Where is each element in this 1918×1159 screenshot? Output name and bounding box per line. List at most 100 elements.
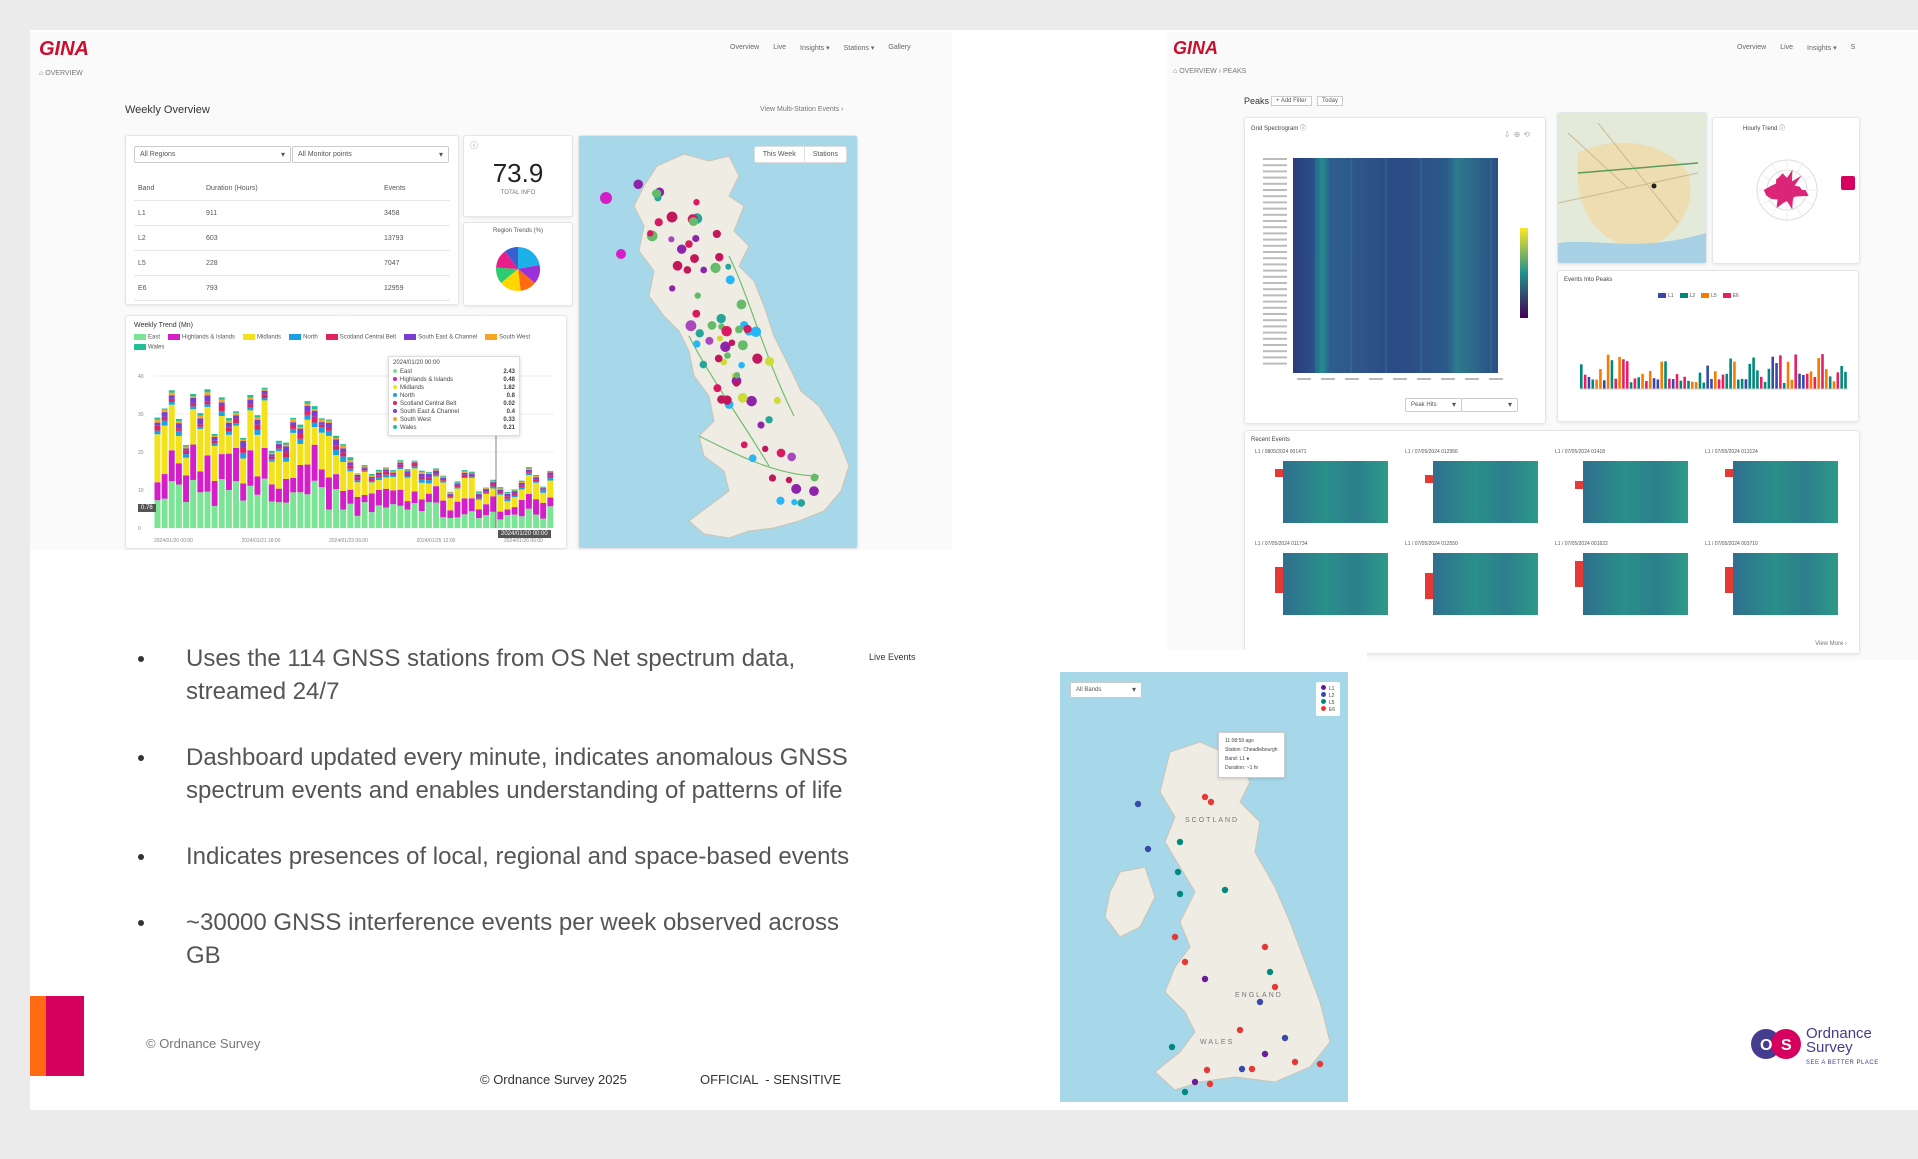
trend-bar-segment[interactable] [490, 484, 497, 487]
trend-bar-segment[interactable] [175, 418, 182, 422]
trend-bar-segment[interactable] [175, 423, 182, 429]
trend-bar-segment[interactable] [275, 448, 282, 452]
trend-bar-segment[interactable] [440, 480, 447, 483]
peak-bar[interactable] [1691, 381, 1694, 389]
trend-bar-segment[interactable] [304, 414, 311, 420]
peak-bar[interactable] [1759, 376, 1763, 389]
station-marker[interactable] [654, 218, 663, 227]
trend-bar-segment[interactable] [211, 445, 218, 481]
trend-bar-segment[interactable] [425, 477, 432, 481]
station-marker[interactable] [669, 285, 676, 292]
peak-bar[interactable] [1648, 370, 1652, 389]
peak-bar[interactable] [1622, 359, 1625, 389]
trend-bar-segment[interactable] [333, 474, 340, 490]
peak-bar[interactable] [1733, 361, 1736, 389]
trend-bar-segment[interactable] [183, 448, 190, 451]
trend-bar-segment[interactable] [390, 470, 397, 472]
trend-bar-segment[interactable] [497, 494, 504, 512]
trend-bar-segment[interactable] [275, 446, 282, 449]
trend-bar-segment[interactable] [168, 398, 175, 402]
trend-bar-segment[interactable] [297, 438, 304, 444]
trend-bar-segment[interactable] [197, 424, 204, 427]
event-marker[interactable] [1266, 968, 1274, 976]
trend-bar-segment[interactable] [290, 419, 297, 423]
trend-bar-segment[interactable] [190, 396, 197, 398]
trend-bar-segment[interactable] [518, 516, 525, 528]
trend-bar-segment[interactable] [347, 462, 354, 466]
trend-bar-segment[interactable] [483, 515, 490, 528]
trend-bar-segment[interactable] [525, 475, 532, 494]
info-icon[interactable]: ⓘ [470, 140, 478, 151]
peak-bar[interactable] [1618, 356, 1621, 389]
trend-bar-segment[interactable] [411, 460, 418, 462]
event-marker[interactable] [1221, 886, 1229, 894]
trend-bar-segment[interactable] [183, 501, 190, 528]
trend-bar-segment[interactable] [211, 435, 218, 437]
trend-bar-segment[interactable] [233, 423, 240, 426]
trend-bar-segment[interactable] [183, 457, 190, 476]
trend-bar-segment[interactable] [283, 457, 290, 462]
station-marker[interactable] [690, 254, 699, 263]
trend-bar-segment[interactable] [340, 456, 347, 462]
trend-bar-segment[interactable] [247, 410, 254, 451]
peak-bar[interactable] [1817, 357, 1820, 389]
trend-bar-segment[interactable] [533, 481, 540, 483]
trend-bar-segment[interactable] [483, 488, 490, 490]
trend-bar-segment[interactable] [368, 476, 375, 479]
peak-bar[interactable] [1775, 363, 1778, 389]
trend-bar-segment[interactable] [354, 482, 361, 497]
trend-bar-segment[interactable] [361, 468, 368, 471]
trend-bar-segment[interactable] [461, 474, 468, 478]
peak-bar[interactable] [1641, 373, 1644, 389]
trend-bar-segment[interactable] [161, 408, 168, 410]
event-marker[interactable] [1201, 975, 1209, 983]
trend-bar-segment[interactable] [190, 409, 197, 445]
event-marker[interactable] [1261, 1050, 1269, 1058]
trend-bar-segment[interactable] [154, 434, 161, 483]
trend-bar-segment[interactable] [311, 410, 318, 417]
trend-bar-segment[interactable] [275, 451, 282, 489]
trend-bar-segment[interactable] [225, 427, 232, 432]
recent-event-label[interactable]: L1 / 07/05/2024 001622 [1555, 541, 1608, 547]
trend-bar-segment[interactable] [418, 476, 425, 480]
trend-bar-segment[interactable] [254, 415, 261, 418]
trend-bar-segment[interactable] [297, 428, 304, 435]
trend-bar-segment[interactable] [540, 488, 547, 490]
trend-bar-segment[interactable] [368, 493, 375, 513]
trend-bar-segment[interactable] [483, 493, 490, 505]
trend-bar-segment[interactable] [433, 469, 440, 471]
station-marker[interactable] [809, 486, 819, 496]
trend-bar-segment[interactable] [275, 444, 282, 447]
trend-bar-segment[interactable] [368, 512, 375, 528]
peak-bar[interactable] [1683, 376, 1686, 389]
trend-bar-segment[interactable] [333, 437, 340, 440]
trend-bar-segment[interactable] [461, 498, 468, 515]
trend-bar-segment[interactable] [425, 493, 432, 503]
trend-bar-segment[interactable] [304, 419, 311, 465]
trend-bar-segment[interactable] [404, 473, 411, 477]
trend-bar-segment[interactable] [354, 474, 361, 478]
trend-bar-segment[interactable] [261, 390, 268, 395]
trend-bar-segment[interactable] [454, 487, 461, 489]
peak-bar[interactable] [1710, 378, 1713, 389]
peak-bar[interactable] [1702, 382, 1706, 389]
trend-bar-segment[interactable] [325, 477, 332, 510]
trend-bar-segment[interactable] [497, 511, 504, 520]
trend-bar-segment[interactable] [404, 501, 411, 510]
trend-bar-segment[interactable] [154, 419, 161, 423]
station-marker[interactable] [720, 341, 731, 352]
trend-bar-segment[interactable] [475, 492, 482, 495]
trend-bar-segment[interactable] [404, 470, 411, 472]
trend-bar-segment[interactable] [383, 507, 390, 528]
nav-overview[interactable]: Overview [1737, 44, 1766, 52]
trend-bar-segment[interactable] [290, 417, 297, 420]
trend-bar-segment[interactable] [283, 444, 290, 447]
nav-live[interactable]: Live [773, 44, 786, 52]
trend-bar-segment[interactable] [261, 398, 268, 401]
trend-bar-segment[interactable] [354, 477, 361, 481]
event-marker[interactable] [1191, 1078, 1199, 1086]
trend-bar-segment[interactable] [383, 488, 390, 508]
trend-bar-segment[interactable] [325, 435, 332, 478]
peak-bar[interactable] [1610, 360, 1614, 389]
trend-bar-segment[interactable] [211, 433, 218, 436]
